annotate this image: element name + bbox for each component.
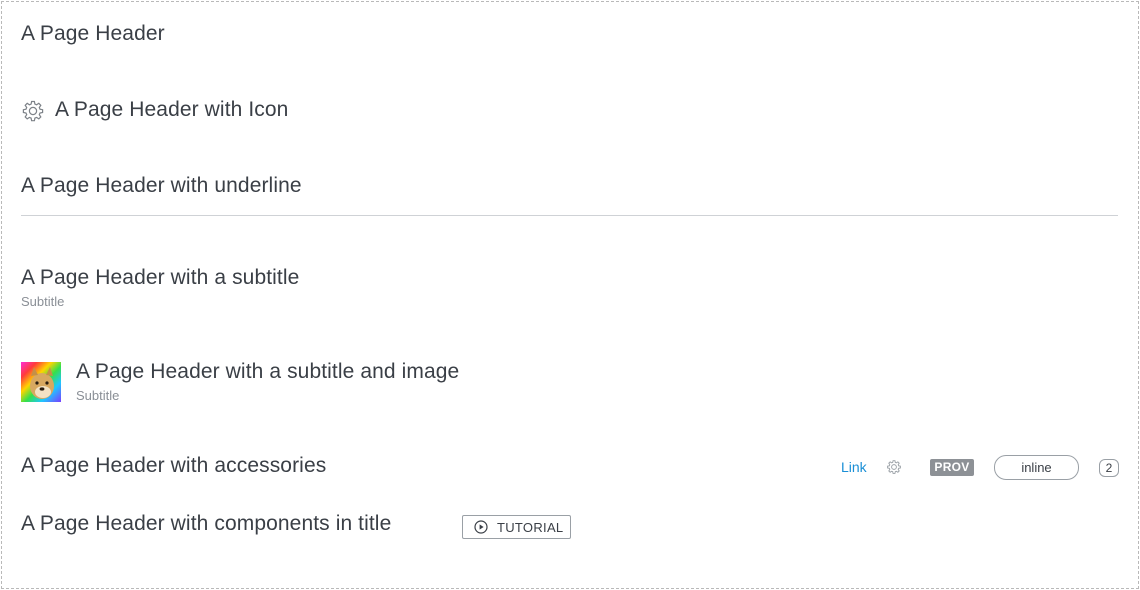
count-badge: 2 bbox=[1099, 459, 1119, 477]
tutorial-button[interactable]: TUTORIAL bbox=[462, 515, 571, 539]
page-header-title: A Page Header bbox=[21, 22, 165, 45]
gear-icon bbox=[22, 100, 44, 122]
status-badge: PROV bbox=[930, 459, 974, 476]
page-header-image-subtitle: Subtitle bbox=[76, 388, 120, 403]
doge-rainbow-thumbnail bbox=[21, 362, 61, 402]
tutorial-button-label: TUTORIAL bbox=[497, 520, 564, 535]
header-thumbnail-image bbox=[21, 362, 61, 402]
header-underline-divider bbox=[21, 215, 1118, 216]
page-header-underline-title: A Page Header with underline bbox=[21, 174, 302, 197]
play-circle-icon bbox=[474, 520, 488, 534]
page-header-image-title: A Page Header with a subtitle and image bbox=[76, 360, 460, 383]
header-link[interactable]: Link bbox=[841, 459, 867, 475]
page-header-accessories-title: A Page Header with accessories bbox=[21, 454, 327, 477]
page-header-subtitle-title: A Page Header with a subtitle bbox=[21, 266, 300, 289]
gear-icon[interactable] bbox=[886, 459, 902, 475]
demo-frame bbox=[1, 1, 1139, 589]
inline-pill-button[interactable]: inline bbox=[994, 455, 1079, 480]
page-header-subtitle: Subtitle bbox=[21, 294, 65, 309]
page-header-with-icon-title: A Page Header with Icon bbox=[55, 98, 289, 121]
page-header-components-title: A Page Header with components in title bbox=[21, 512, 392, 535]
